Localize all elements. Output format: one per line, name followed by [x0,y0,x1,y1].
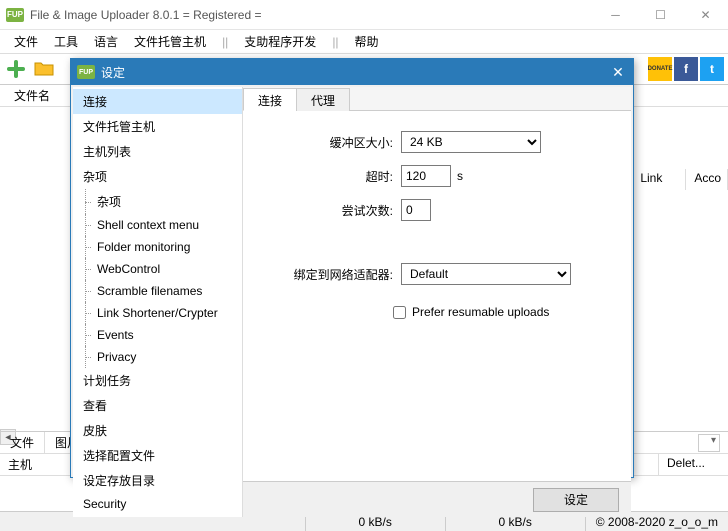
sidebar-item-config[interactable]: 选择配置文件 [73,443,242,468]
resumable-label: Prefer resumable uploads [412,305,549,319]
close-button[interactable]: ✕ [683,0,728,30]
sidebar-item-privacy[interactable]: Privacy [73,346,242,368]
menu-separator: || [216,33,234,51]
sidebar-item-events[interactable]: Events [73,324,242,346]
sidebar-item-shell[interactable]: Shell context menu [73,214,242,236]
sidebar-item-skin[interactable]: 皮肤 [73,418,242,443]
resumable-checkbox[interactable] [393,306,406,319]
dialog-title: 设定 [101,64,603,81]
tab-file[interactable]: 文件 [0,432,45,453]
col-filename[interactable]: 文件名 [8,85,56,106]
tab-connection[interactable]: 连接 [243,88,297,111]
dialog-content: 连接 代理 缓冲区大小: 24 KB 超时: s 尝试次数: [243,87,631,517]
dialog-titlebar: FUP 设定 ✕ [71,59,633,85]
menu-tools[interactable]: 工具 [48,31,84,52]
sidebar-item-hosts[interactable]: 文件托管主机 [73,114,242,139]
menu-hosts[interactable]: 文件托管主机 [128,31,212,52]
timeout-label: 超时: [263,168,393,185]
sidebar-item-misc-sub[interactable]: 杂项 [73,189,242,214]
sidebar-item-hostlist[interactable]: 主机列表 [73,139,242,164]
col-link[interactable]: Link [634,169,686,190]
window-title: File & Image Uploader 8.0.1 = Registered… [30,8,593,22]
settings-sidebar: 连接 文件托管主机 主机列表 杂项 杂项 Shell context menu … [73,87,243,517]
col-account[interactable]: Acco [688,169,728,190]
col-delete[interactable]: Delet... [658,454,728,475]
sidebar-item-view[interactable]: 查看 [73,393,242,418]
add-button[interactable] [4,57,28,81]
retries-input[interactable] [401,199,431,221]
sidebar-item-security[interactable]: Security [73,493,242,515]
twitter-button[interactable]: t [700,57,724,81]
facebook-button[interactable]: f [674,57,698,81]
tab-proxy[interactable]: 代理 [296,88,350,111]
retries-label: 尝试次数: [263,202,393,219]
menubar: 文件 工具 语言 文件托管主机 || 支助程序开发 || 帮助 [0,30,728,54]
bind-adapter-select[interactable]: Default [401,263,571,285]
dialog-close-button[interactable]: ✕ [603,59,633,85]
buffer-label: 缓冲区大小: [263,134,393,151]
bind-label: 绑定到网络适配器: [263,266,393,283]
sidebar-item-folder[interactable]: Folder monitoring [73,236,242,258]
app-icon: FUP [6,8,24,22]
sidebar-item-savedir[interactable]: 设定存放目录 [73,468,242,493]
dialog-icon: FUP [77,65,95,79]
timeout-input[interactable] [401,165,451,187]
maximize-button[interactable]: ☐ [638,0,683,30]
menu-separator: || [326,33,344,51]
buffer-select[interactable]: 24 KB [401,131,541,153]
timeout-unit: s [457,169,463,183]
col-host[interactable]: 主机 [0,454,40,475]
menu-help[interactable]: 帮助 [349,31,385,52]
sidebar-item-scramble[interactable]: Scramble filenames [73,280,242,302]
sidebar-item-webcontrol[interactable]: WebControl [73,258,242,280]
menu-language[interactable]: 语言 [88,31,124,52]
panel-dropdown-button[interactable] [698,434,720,452]
sidebar-item-schedule[interactable]: 计划任务 [73,368,242,393]
menu-donate-dev[interactable]: 支助程序开发 [238,31,322,52]
sidebar-item-misc[interactable]: 杂项 [73,164,242,189]
main-titlebar: FUP File & Image Uploader 8.0.1 = Regist… [0,0,728,30]
settings-dialog: FUP 设定 ✕ 连接 文件托管主机 主机列表 杂项 杂项 Shell cont… [70,58,634,478]
menu-file[interactable]: 文件 [8,31,44,52]
sidebar-item-linkshort[interactable]: Link Shortener/Crypter [73,302,242,324]
apply-button[interactable]: 设定 [533,488,619,512]
add-folder-button[interactable] [32,57,56,81]
minimize-button[interactable]: ─ [593,0,638,30]
donate-button[interactable]: DONATE [648,57,672,81]
sidebar-item-connection[interactable]: 连接 [73,89,242,114]
